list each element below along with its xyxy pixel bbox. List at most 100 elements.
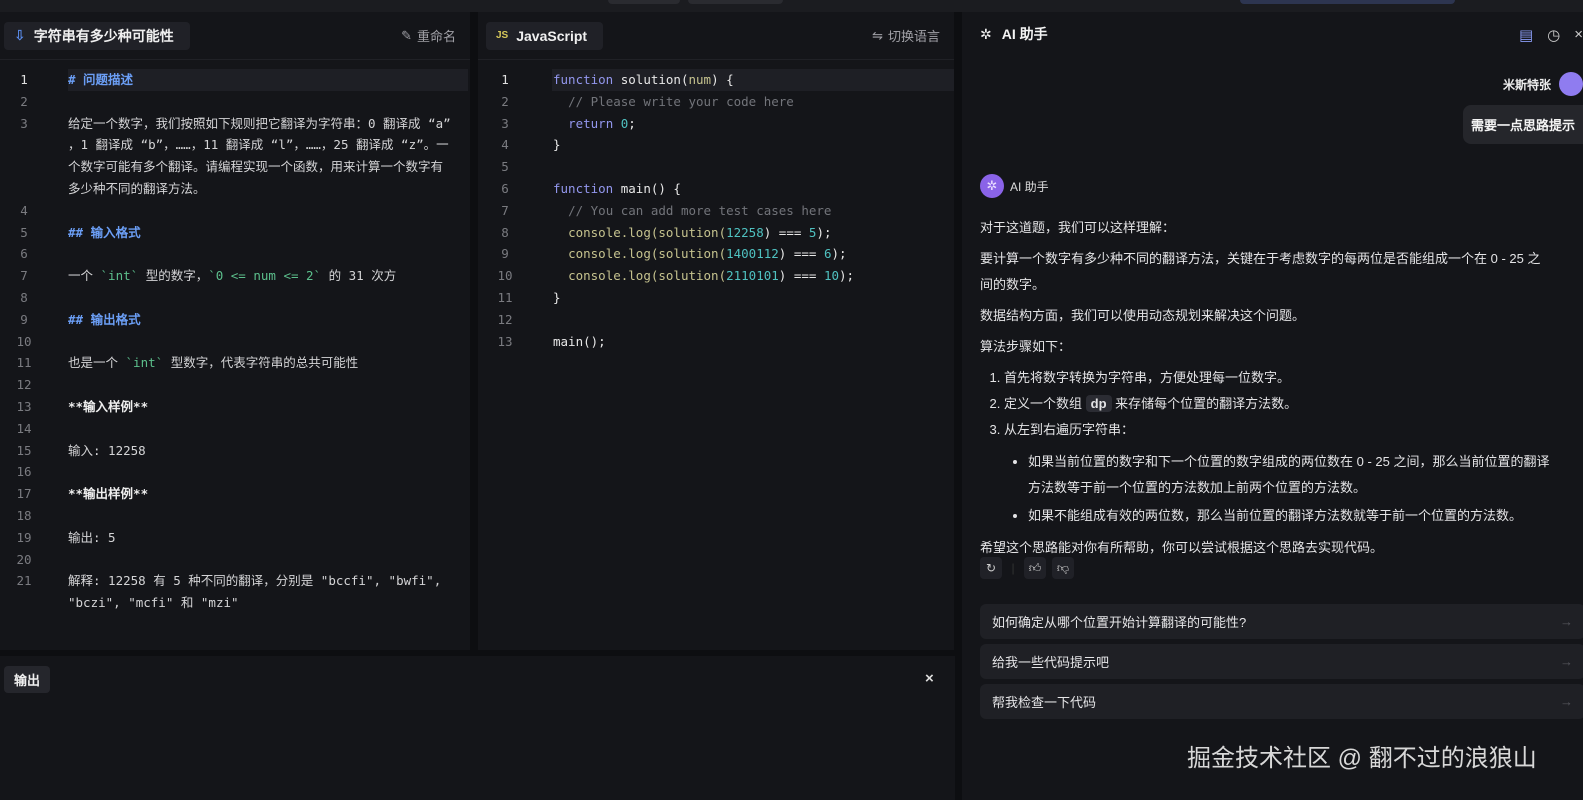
problem-tab[interactable]: ⇩ 字符串有多少种可能性 xyxy=(4,21,190,50)
token: 型的数字， xyxy=(138,268,209,284)
line-text xyxy=(68,91,468,113)
line-number: 8 xyxy=(20,289,28,305)
line-number: 12 xyxy=(497,311,513,327)
ai-assistant-panel: ✲ AI 助手 ▤ ◷ × 米斯特张 需要一点思路提示 ✲ AI 助手 对于这道题，… xyxy=(962,12,1583,800)
token: 12258 xyxy=(726,224,764,240)
thumbs-up-icon[interactable]: 👍︎ xyxy=(1024,557,1046,579)
line-number: 2 xyxy=(501,93,509,109)
top-toolbar xyxy=(0,0,1583,12)
token: 输出: 5 xyxy=(68,529,116,545)
line-text: # 问题描述 xyxy=(68,69,468,91)
line-text: 输入: 12258 xyxy=(68,440,468,462)
line-text: main(); xyxy=(552,331,954,353)
line-text: 也是一个 `int` 型数字，代表字符串的总共可能性 xyxy=(68,352,468,374)
editor-line: 19 输出: 5 xyxy=(0,527,470,549)
editor-line: 6 xyxy=(0,243,470,265)
line-text xyxy=(68,549,468,571)
editor-line: 1 # 问题描述 xyxy=(0,69,470,91)
token: 解释: 12258 有 5 种不同的翻译，分别是 "bccfi", "bwfi"… xyxy=(68,573,449,611)
token: console.log(solution( xyxy=(553,246,727,262)
token: ); xyxy=(816,224,832,240)
toolbar-button[interactable] xyxy=(608,0,680,4)
sparkle-icon: ✲ xyxy=(980,25,992,42)
token: main() { xyxy=(613,180,681,196)
token: **输入样例** xyxy=(68,398,149,414)
token: `int` xyxy=(100,268,139,284)
line-number: 3 xyxy=(20,115,28,131)
regenerate-icon[interactable]: ↻ xyxy=(980,557,1002,579)
line-number: 5 xyxy=(20,224,28,240)
suggestion-button[interactable]: 如何确定从哪个位置开始计算翻译的可能性? → xyxy=(980,604,1583,639)
line-number: 13 xyxy=(497,333,513,349)
toolbar-button[interactable] xyxy=(688,0,783,4)
editor-line: 17 **输出样例** xyxy=(0,483,470,505)
token: ); xyxy=(839,268,855,284)
line-number: 4 xyxy=(501,137,509,153)
arrow-right-icon: → xyxy=(1560,614,1573,629)
line-number: 6 xyxy=(501,180,509,196)
line-text: 一个 `int` 型的数字，`0 <= num <= 2` 的 31 次方 xyxy=(68,265,468,287)
code-editor[interactable]: 1 function solution(num) {2 // Please wri… xyxy=(478,60,954,352)
suggestion-button[interactable]: 帮我检查一下代码 → xyxy=(980,684,1583,719)
line-text: **输入样例** xyxy=(68,396,468,418)
line-text: ## 输出格式 xyxy=(68,309,468,331)
token: 1400112 xyxy=(726,246,779,262)
editor-line: 13 **输入样例** xyxy=(0,396,470,418)
line-number: 16 xyxy=(16,464,32,480)
line-text: console.log(solution(1400112) === 6); xyxy=(552,243,954,265)
line-text xyxy=(552,309,954,331)
token: ## 输入格式 xyxy=(68,224,141,240)
line-number: 8 xyxy=(501,224,509,240)
editor-line: 3 return 0; xyxy=(478,113,954,135)
line-text: 输出: 5 xyxy=(68,527,468,549)
message-paragraph: 对于这道题，我们可以这样理解： xyxy=(980,220,1176,235)
line-number: 17 xyxy=(16,486,32,502)
divider: | xyxy=(1011,561,1015,575)
token: ) === xyxy=(778,268,824,284)
editor-line: 18 xyxy=(0,505,470,527)
output-tab[interactable]: 输出 xyxy=(4,666,51,693)
line-number: 4 xyxy=(20,202,28,218)
toolbar-button[interactable] xyxy=(1240,0,1455,4)
bot-name: AI 助手 xyxy=(1010,179,1049,194)
line-number: 11 xyxy=(497,289,513,305)
editor-line: 7 一个 `int` 型的数字，`0 <= num <= 2` 的 31 次方 xyxy=(0,265,470,287)
thumbs-down-icon[interactable]: 👎︎ xyxy=(1052,557,1074,579)
output-panel: 输出 × xyxy=(0,656,955,800)
editor-line: 4 xyxy=(0,200,470,222)
suggestion-button[interactable]: 给我一些代码提示吧 → xyxy=(980,644,1583,679)
line-number: 3 xyxy=(501,115,509,131)
editor-line: 20 xyxy=(0,549,470,571)
switch-language-button[interactable]: ⇋ 切换语言 xyxy=(872,26,940,45)
token: ); xyxy=(831,246,847,262)
token: num xyxy=(688,72,712,87)
close-icon[interactable]: × xyxy=(1574,26,1583,44)
line-number: 12 xyxy=(16,377,32,393)
editor-line: 13 main(); xyxy=(478,331,954,353)
line-text xyxy=(68,461,468,483)
history-icon[interactable]: ◷ xyxy=(1547,26,1560,44)
token: `0 <= num <= 2` xyxy=(208,268,322,284)
problem-editor[interactable]: 1 # 问题描述 2 3 给定一个数字，我们按照如下规则把它翻译为字符串：0 翻译成 … xyxy=(0,60,470,614)
line-number: 11 xyxy=(16,355,32,371)
line-number: 5 xyxy=(501,159,509,175)
token: console.log(solution( xyxy=(553,268,727,284)
avatar xyxy=(1559,72,1583,96)
rename-button[interactable]: ✎ 重命名 xyxy=(401,26,456,45)
token: ) { xyxy=(711,72,734,87)
new-chat-icon[interactable]: ▤ xyxy=(1519,26,1533,44)
close-icon[interactable]: × xyxy=(925,670,934,687)
line-text: } xyxy=(552,134,954,156)
token: function xyxy=(553,180,614,196)
token: // Please write your code here xyxy=(553,93,794,109)
editor-line: 2 // Please write your code here xyxy=(478,91,954,113)
line-text xyxy=(68,287,468,309)
language-tab[interactable]: JS JavaScript xyxy=(486,21,604,50)
line-text: function main() { xyxy=(552,178,954,200)
token: 10 xyxy=(823,268,840,284)
line-text xyxy=(68,374,468,396)
bot-message: 对于这道题，我们可以这样理解： 要计算一个数字有多少种不同的翻译方法，关键在于考… xyxy=(980,215,1550,566)
problem-panel: ⇩ 字符串有多少种可能性 ✎ 重命名 1 # 问题描述 2 3 给定一个数字，我们按照如下… xyxy=(0,12,470,650)
bot-avatar: ✲ xyxy=(980,174,1004,198)
line-text: } xyxy=(552,287,954,309)
